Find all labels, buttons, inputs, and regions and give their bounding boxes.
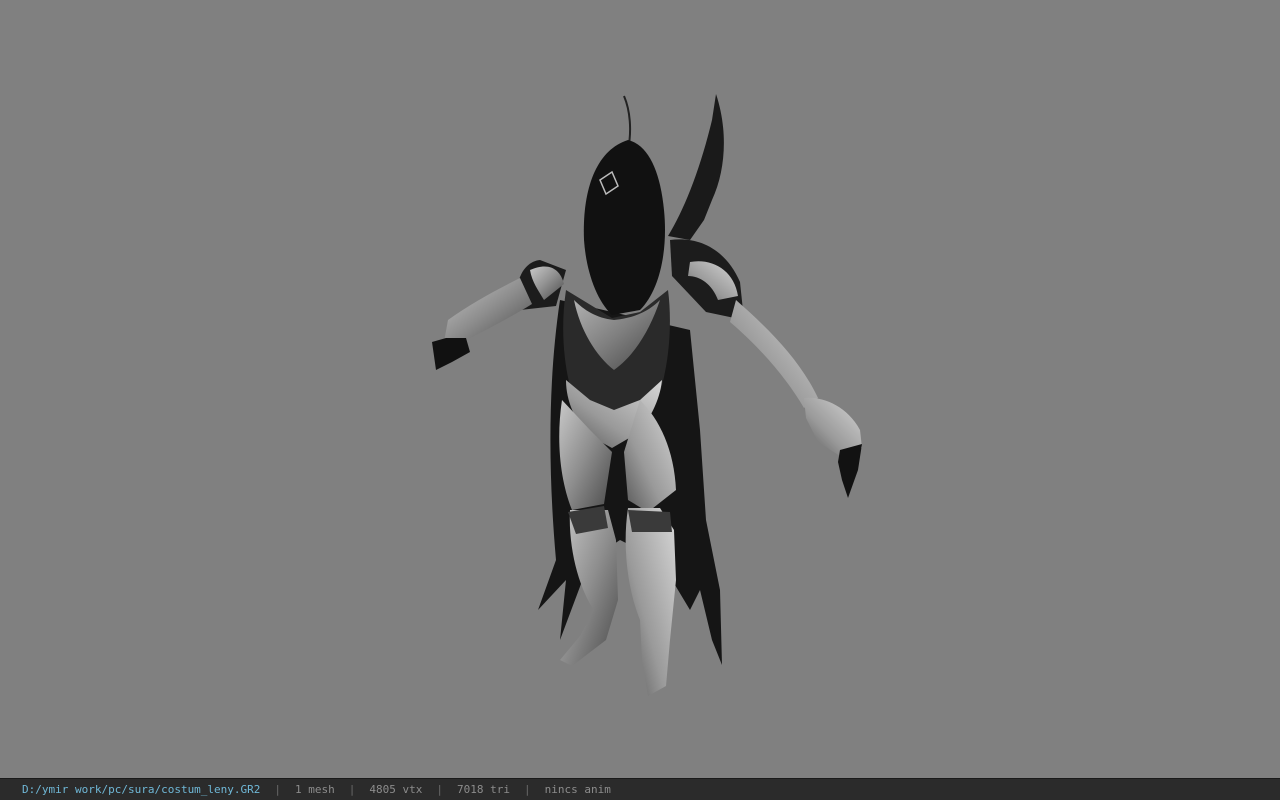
left-upper-arm	[444, 278, 532, 342]
hood	[583, 140, 665, 315]
left-hand	[432, 338, 470, 370]
separator: |	[436, 783, 444, 796]
file-path: D:/ymir work/pc/sura/costum_leny.GR2	[22, 783, 261, 796]
separator: |	[524, 783, 531, 796]
separator: |	[348, 783, 356, 796]
right-claw	[838, 444, 862, 498]
cloak-spike	[668, 94, 724, 240]
3d-viewport[interactable]	[0, 0, 1280, 778]
status-bar: D:/ymir work/pc/sura/costum_leny.GR2 | 1…	[0, 778, 1280, 800]
mesh-count: 1 mesh	[295, 783, 335, 796]
animation-status: nincs anim	[544, 783, 611, 796]
separator: |	[274, 783, 282, 796]
right-knee	[628, 510, 672, 532]
character-model[interactable]	[0, 0, 1280, 778]
vertex-count: 4805 vtx	[369, 783, 423, 796]
right-leg	[625, 508, 676, 696]
triangle-count: 7018 tri	[457, 783, 511, 796]
right-upper-arm	[730, 300, 818, 408]
